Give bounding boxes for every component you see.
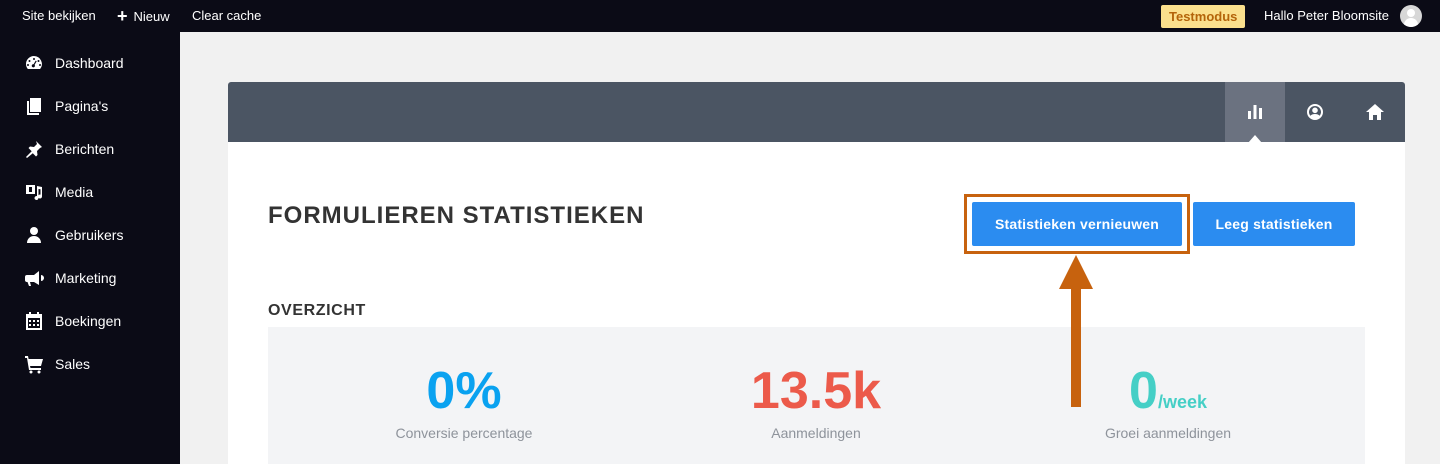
pin-icon <box>24 139 44 159</box>
sidebar-item-posts[interactable]: Berichten <box>0 128 180 170</box>
tab-statistics[interactable] <box>1225 82 1285 143</box>
overview-heading: OVERZICHT <box>268 302 366 319</box>
stat-label: Groei aanmeldingen <box>1104 425 1232 441</box>
stat-growth: 0/week Groei aanmeldingen <box>988 327 1348 464</box>
admin-topbar: Site bekijken + Nieuw Clear cache Testmod… <box>0 0 1440 32</box>
sidebar-item-label: Pagina's <box>55 98 109 114</box>
view-site-link[interactable]: Site bekijken <box>22 0 96 32</box>
sidebar-item-label: Dashboard <box>55 55 124 71</box>
plus-icon: + <box>117 6 128 26</box>
calendar-icon <box>24 311 44 331</box>
dashboard-icon <box>24 53 44 73</box>
new-menu[interactable]: + Nieuw <box>117 0 170 32</box>
sidebar-item-label: Boekingen <box>55 313 122 329</box>
media-icon <box>24 182 44 202</box>
sidebar-item-label: Marketing <box>55 270 117 286</box>
stat-conversion: 0% Conversie percentage <box>284 327 644 464</box>
sidebar-item-media[interactable]: Media <box>0 171 180 213</box>
sidebar-item-label: Gebruikers <box>55 227 124 243</box>
stat-value: 0% <box>426 362 502 420</box>
sidebar-item-label: Media <box>55 184 94 200</box>
test-mode-badge[interactable]: Testmodus <box>1161 5 1246 28</box>
pages-icon <box>24 96 44 116</box>
panel-header <box>228 82 1405 143</box>
overview-stats: 0% Conversie percentage 13.5k Aanmelding… <box>268 327 1365 464</box>
stat-label: Conversie percentage <box>395 425 533 441</box>
megaphone-icon <box>24 268 44 288</box>
stat-unit: /week <box>1157 392 1207 412</box>
stat-value: 13.5k <box>750 362 882 420</box>
sidebar-item-pages[interactable]: Pagina's <box>0 85 180 127</box>
tab-account[interactable] <box>1285 82 1345 142</box>
refresh-statistics-button[interactable]: Statistieken vernieuwen <box>972 202 1182 246</box>
clear-cache-link[interactable]: Clear cache <box>192 0 261 32</box>
tab-home[interactable] <box>1345 82 1405 142</box>
sidebar-item-dashboard[interactable]: Dashboard <box>0 42 180 84</box>
user-circle-icon <box>1307 104 1323 120</box>
sidebar-item-bookings[interactable]: Boekingen <box>0 300 180 342</box>
sidebar-item-marketing[interactable]: Marketing <box>0 257 180 299</box>
forms-statistics-panel: FORMULIEREN STATISTIEKEN Statistieken ve… <box>228 82 1405 464</box>
clear-statistics-button[interactable]: Leeg statistieken <box>1193 202 1355 246</box>
stat-value: 0/week <box>1129 362 1207 420</box>
annotation-arrow-icon <box>1059 255 1093 407</box>
sidebar-item-label: Berichten <box>55 141 115 157</box>
avatar[interactable] <box>1400 5 1422 27</box>
sidebar-item-users[interactable]: Gebruikers <box>0 214 180 256</box>
user-greeting[interactable]: Hallo Peter Bloomsite <box>1264 0 1389 32</box>
user-icon <box>24 225 44 245</box>
home-icon <box>1366 104 1384 120</box>
sidebar-item-sales[interactable]: Sales <box>0 343 180 385</box>
bar-chart-icon <box>1248 105 1262 119</box>
stat-label: Aanmeldingen <box>771 425 861 441</box>
cart-icon <box>24 354 44 374</box>
admin-sidebar: Dashboard Pagina's Berichten Media Gebru… <box>0 32 180 464</box>
page-title: FORMULIEREN STATISTIEKEN <box>268 202 645 229</box>
stat-signups: 13.5k Aanmeldingen <box>636 327 996 464</box>
sidebar-item-label: Sales <box>55 356 91 372</box>
new-label: Nieuw <box>133 9 170 24</box>
